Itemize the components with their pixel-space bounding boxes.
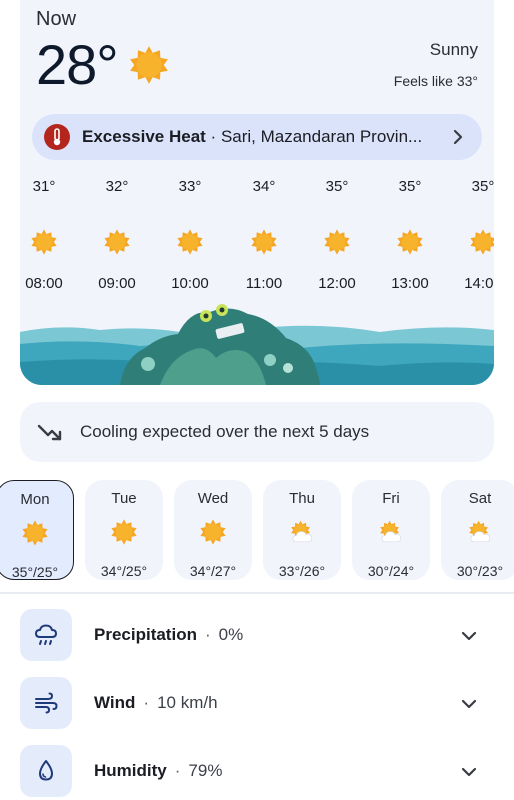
partly-cloudy-icon [376,518,406,546]
partly-cloudy-icon [287,518,317,546]
sun-icon [469,228,494,256]
day-name: Mon [20,491,50,508]
hour-temp: 33° [178,178,202,195]
hour-time: 14:00 [464,275,494,292]
day-temps: 35°/25° [11,564,59,580]
hour-time: 13:00 [391,275,429,292]
metric-value: 10 km/h [157,693,218,712]
wind-icon [20,677,72,729]
hour-temp: 35° [471,178,494,195]
day-card-mon[interactable]: Mon 35°/25° [0,480,74,580]
hour-time: 08:00 [25,275,63,292]
daily-forecast[interactable]: Mon 35°/25° Tue 34°/25° Wed 34°/27° Thu … [0,480,514,580]
day-card-sat[interactable]: Sat 30°/23° [441,480,514,580]
alert-location: Sari, Mazandaran Provin... [220,127,423,146]
hour-time: 09:00 [98,275,136,292]
hour-item[interactable]: 33° 10:00 [153,178,227,292]
chevron-down-icon[interactable] [458,625,480,647]
metric-row-humidity[interactable]: Humidity · 79% [20,744,494,798]
hour-time: 12:00 [318,275,356,292]
thermometer-icon [44,124,70,150]
alert-text: Excessive Heat · Sari, Mazandaran Provin… [82,127,442,147]
day-card-thu[interactable]: Thu 33°/26° [263,480,341,580]
condition-text: Sunny [429,40,478,59]
metric-separator: · [143,693,150,712]
trending-down-icon [37,424,62,441]
day-name: Fri [382,490,400,507]
alert-title: Excessive Heat [82,127,206,146]
day-name: Wed [197,490,229,507]
chevron-down-icon[interactable] [458,761,480,783]
alert-separator: · [205,127,221,146]
day-card-tue[interactable]: Tue 34°/25° [85,480,163,580]
hour-item[interactable]: 35° 12:00 [300,178,374,292]
droplet-icon [20,745,72,797]
hour-temp: 34° [252,178,276,195]
day-card-fri[interactable]: Fri 30°/24° [352,480,430,580]
hour-time: 11:00 [245,275,283,292]
sun-icon [128,44,170,86]
trend-card[interactable]: Cooling expected over the next 5 days [20,402,494,462]
metric-value: 79% [188,761,223,780]
metric-name: Humidity [94,761,167,780]
sun-icon [20,519,50,547]
day-temps: 34°/27° [189,563,237,579]
sun-icon [109,518,139,546]
metric-name: Wind [94,693,136,712]
metric-separator: · [174,761,181,780]
metric-separator: · [204,625,211,644]
current-conditions-card: Now 28° Sunny Feels like 33° Excessive H… [20,0,494,385]
sun-icon [103,228,131,256]
metric-name: Precipitation [94,625,197,644]
day-card-wed[interactable]: Wed 34°/27° [174,480,252,580]
day-name: Thu [289,490,315,507]
hour-temp: 35° [325,178,349,195]
section-divider [0,592,514,594]
metric-row-wind[interactable]: Wind · 10 km/h [20,676,494,730]
day-temps: 30°/23° [456,563,504,579]
hour-item[interactable]: 31° 08:00 [20,178,81,292]
sun-icon [323,228,351,256]
day-temps: 33°/26° [278,563,326,579]
feels-like-text: Feels like 33° [393,73,478,89]
day-temps: 30°/24° [367,563,415,579]
hour-item[interactable]: 32° 09:00 [80,178,154,292]
day-temps: 34°/25° [100,563,148,579]
sun-icon [30,228,58,256]
hour-item[interactable]: 35° 13:00 [373,178,447,292]
day-name: Tue [111,490,137,507]
hour-temp: 35° [398,178,422,195]
hour-item[interactable]: 35° 14:00 [446,178,494,292]
hour-temp: 32° [105,178,129,195]
trend-text: Cooling expected over the next 5 days [80,422,370,441]
chevron-down-icon[interactable] [458,693,480,715]
sun-icon [396,228,424,256]
day-name: Sat [468,490,492,507]
metric-row-precipitation[interactable]: Precipitation · 0% [20,608,494,662]
landscape-illustration [20,304,494,385]
current-temperature: 28° [36,33,119,96]
hour-time: 10:00 [171,275,209,292]
weather-alert-chip[interactable]: Excessive Heat · Sari, Mazandaran Provin… [32,114,482,160]
hour-item[interactable]: 34° 11:00 [227,178,301,292]
sun-icon [198,518,228,546]
chevron-right-icon [453,129,463,145]
sun-icon [250,228,278,256]
metric-value: 0% [218,625,244,644]
now-label: Now [36,8,77,30]
sun-icon [176,228,204,256]
hour-temp: 31° [32,178,56,195]
rain-cloud-icon [20,609,72,661]
partly-cloudy-icon [465,518,495,546]
hourly-forecast[interactable]: 31° 08:00 32° 09:00 33° 10:00 34° 11:00 … [20,178,494,292]
